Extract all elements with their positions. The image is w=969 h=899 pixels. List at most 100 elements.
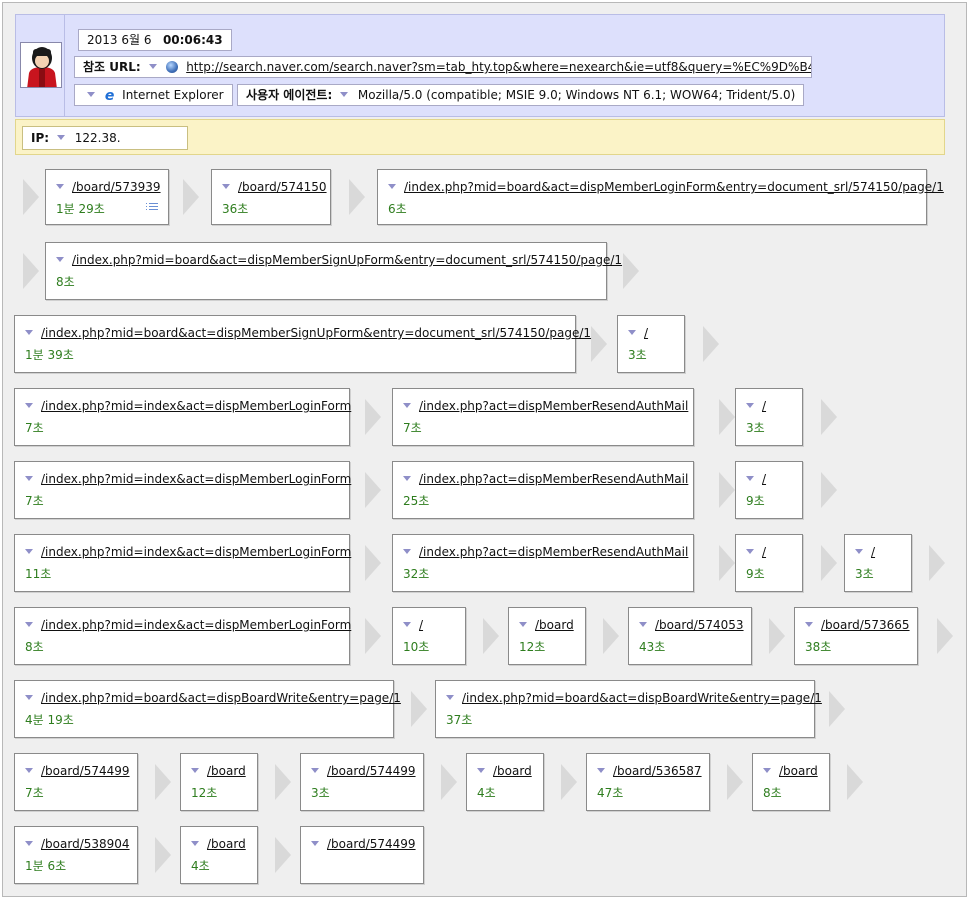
page-url-link[interactable]: /index.php?mid=index&act=dispMemberLogin… (25, 472, 351, 486)
page-url-link[interactable]: /board (191, 837, 246, 851)
page-url-text[interactable]: /board (535, 618, 574, 632)
page-url-link[interactable]: /board/574499 (311, 764, 416, 778)
page-url-link[interactable]: /board/574053 (639, 618, 744, 632)
dropdown-triangle-icon[interactable] (403, 403, 411, 408)
page-url-link[interactable]: /board/573939 (56, 180, 161, 194)
page-url-text[interactable]: /index.php?mid=index&act=dispMemberLogin… (41, 472, 351, 486)
page-url-link[interactable]: /board/538904 (25, 837, 130, 851)
page-url-link[interactable]: /board/536587 (597, 764, 702, 778)
page-url-link[interactable]: / (746, 472, 766, 486)
page-url-text[interactable]: /board/573665 (821, 618, 910, 632)
page-url-text[interactable]: /board (207, 764, 246, 778)
dropdown-triangle-icon[interactable] (403, 622, 411, 627)
page-url-link[interactable]: /board/573665 (805, 618, 910, 632)
dropdown-triangle-icon[interactable] (25, 841, 33, 846)
dropdown-triangle-icon[interactable] (805, 622, 813, 627)
dropdown-triangle-icon[interactable] (628, 330, 636, 335)
page-url-text[interactable]: /board (779, 764, 818, 778)
page-url-link[interactable]: /index.php?mid=board&act=dispMemberSignU… (56, 253, 622, 267)
page-url-text[interactable]: /board/574150 (238, 180, 327, 194)
page-url-link[interactable]: /board (763, 764, 818, 778)
page-url-text[interactable]: /board/574499 (41, 764, 130, 778)
dropdown-triangle-icon[interactable] (148, 64, 157, 69)
dropdown-triangle-icon[interactable] (639, 622, 647, 627)
page-url-text[interactable]: / (762, 545, 766, 559)
dropdown-triangle-icon[interactable] (56, 184, 64, 189)
dropdown-triangle-icon[interactable] (191, 841, 199, 846)
dropdown-triangle-icon[interactable] (25, 330, 33, 335)
dropdown-triangle-icon[interactable] (25, 403, 33, 408)
page-url-link[interactable]: /board (477, 764, 532, 778)
dropdown-triangle-icon[interactable] (855, 549, 863, 554)
dropdown-triangle-icon[interactable] (340, 92, 349, 97)
page-url-text[interactable]: /board (207, 837, 246, 851)
page-url-link[interactable]: /index.php?act=dispMemberResendAuthMail (403, 545, 688, 559)
dropdown-triangle-icon[interactable] (388, 184, 396, 189)
dropdown-triangle-icon[interactable] (25, 695, 33, 700)
page-url-text[interactable]: /board/574053 (655, 618, 744, 632)
dropdown-triangle-icon[interactable] (311, 841, 319, 846)
page-url-text[interactable]: / (871, 545, 875, 559)
page-url-link[interactable]: / (746, 545, 766, 559)
page-url-text[interactable]: /index.php?mid=index&act=dispMemberLogin… (41, 545, 351, 559)
dropdown-triangle-icon[interactable] (222, 184, 230, 189)
page-url-link[interactable]: /board (519, 618, 574, 632)
page-url-link[interactable]: /board (191, 764, 246, 778)
page-url-link[interactable]: / (628, 326, 648, 340)
page-url-text[interactable]: /index.php?mid=board&act=dispMemberSignU… (41, 326, 591, 340)
page-url-text[interactable]: / (644, 326, 648, 340)
list-icon[interactable] (146, 203, 158, 212)
page-url-text[interactable]: /board/573939 (72, 180, 161, 194)
page-url-text[interactable]: /index.php?mid=board&act=dispMemberSignU… (72, 253, 622, 267)
page-url-text[interactable]: /board/536587 (613, 764, 702, 778)
page-url-text[interactable]: /index.php?act=dispMemberResendAuthMail (419, 545, 688, 559)
page-url-text[interactable]: /board/574499 (327, 837, 416, 851)
dropdown-triangle-icon[interactable] (56, 257, 64, 262)
page-url-text[interactable]: /index.php?mid=index&act=dispMemberLogin… (41, 399, 351, 413)
dropdown-triangle-icon[interactable] (25, 768, 33, 773)
page-url-link[interactable]: /index.php?mid=index&act=dispMemberLogin… (25, 545, 351, 559)
page-url-text[interactable]: / (419, 618, 423, 632)
page-url-text[interactable]: /index.php?mid=board&act=dispBoardWrite&… (462, 691, 822, 705)
page-url-text[interactable]: /index.php?act=dispMemberResendAuthMail (419, 399, 688, 413)
dropdown-triangle-icon[interactable] (56, 135, 65, 140)
page-url-text[interactable]: /index.php?mid=board&act=dispBoardWrite&… (41, 691, 401, 705)
page-url-link[interactable]: /index.php?mid=board&act=dispBoardWrite&… (25, 691, 401, 705)
dropdown-triangle-icon[interactable] (403, 549, 411, 554)
dropdown-triangle-icon[interactable] (87, 92, 95, 97)
page-url-link[interactable]: / (403, 618, 423, 632)
dropdown-triangle-icon[interactable] (746, 476, 754, 481)
dropdown-triangle-icon[interactable] (25, 476, 33, 481)
dropdown-triangle-icon[interactable] (477, 768, 485, 773)
dropdown-triangle-icon[interactable] (597, 768, 605, 773)
page-url-text[interactable]: / (762, 472, 766, 486)
page-url-text[interactable]: /index.php?act=dispMemberResendAuthMail (419, 472, 688, 486)
page-url-link[interactable]: /index.php?mid=index&act=dispMemberLogin… (25, 399, 351, 413)
dropdown-triangle-icon[interactable] (403, 476, 411, 481)
dropdown-triangle-icon[interactable] (191, 768, 199, 773)
dropdown-triangle-icon[interactable] (763, 768, 771, 773)
page-url-link[interactable]: /board/574499 (311, 837, 416, 851)
page-url-text[interactable]: / (762, 399, 766, 413)
page-url-link[interactable]: /index.php?mid=board&act=dispBoardWrite&… (446, 691, 822, 705)
page-url-text[interactable]: /index.php?mid=board&act=dispMemberLogin… (404, 180, 944, 194)
page-url-link[interactable]: /board/574150 (222, 180, 327, 194)
page-url-link[interactable]: / (746, 399, 766, 413)
page-url-link[interactable]: /board/574499 (25, 764, 130, 778)
page-url-text[interactable]: /board (493, 764, 532, 778)
page-url-text[interactable]: /board/538904 (41, 837, 130, 851)
dropdown-triangle-icon[interactable] (446, 695, 454, 700)
page-url-link[interactable]: /index.php?act=dispMemberResendAuthMail (403, 472, 688, 486)
page-url-text[interactable]: /index.php?mid=index&act=dispMemberLogin… (41, 618, 351, 632)
page-url-link[interactable]: /index.php?mid=board&act=dispMemberLogin… (388, 180, 944, 194)
dropdown-triangle-icon[interactable] (25, 622, 33, 627)
page-url-link[interactable]: /index.php?act=dispMemberResendAuthMail (403, 399, 688, 413)
dropdown-triangle-icon[interactable] (746, 403, 754, 408)
dropdown-triangle-icon[interactable] (746, 549, 754, 554)
dropdown-triangle-icon[interactable] (25, 549, 33, 554)
page-url-link[interactable]: /index.php?mid=board&act=dispMemberSignU… (25, 326, 591, 340)
referrer-link[interactable]: http://search.naver.com/search.naver?sm=… (186, 60, 811, 74)
dropdown-triangle-icon[interactable] (311, 768, 319, 773)
page-url-link[interactable]: /index.php?mid=index&act=dispMemberLogin… (25, 618, 351, 632)
avatar[interactable] (20, 42, 62, 88)
